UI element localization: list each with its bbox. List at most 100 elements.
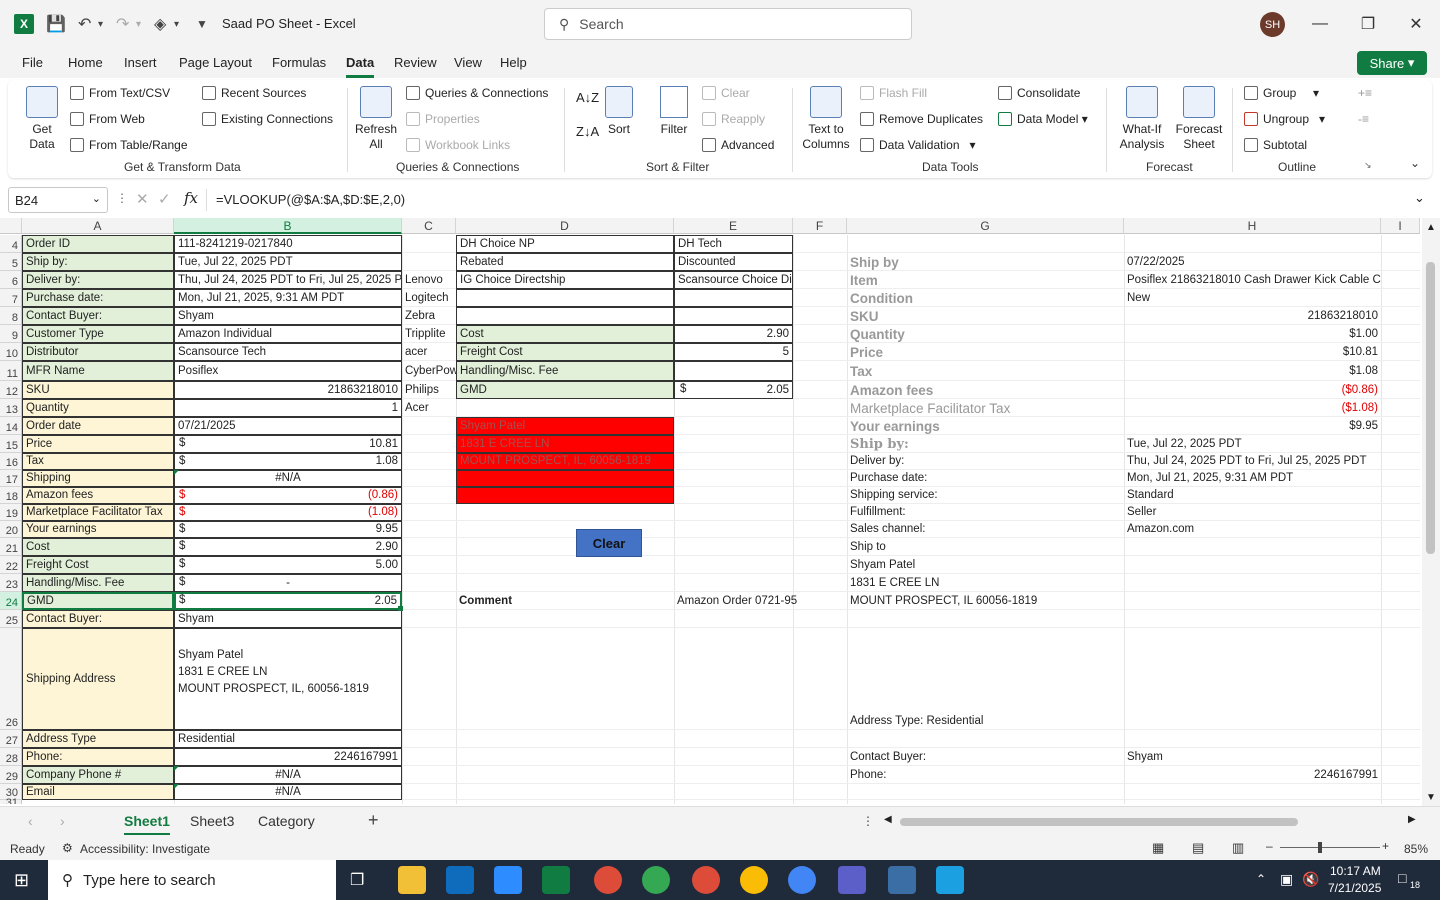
cell-a-label[interactable]: Purchase date: — [22, 289, 174, 307]
existing-connections-button[interactable]: Existing Connections — [202, 112, 333, 126]
customize-toolbar-icon[interactable]: ▼ — [196, 14, 208, 34]
column-header-b[interactable]: B — [174, 218, 402, 234]
chrome-icon[interactable] — [594, 866, 622, 894]
fill-color-icon[interactable]: ◈ — [154, 14, 166, 34]
row-header-7[interactable]: 7 — [0, 289, 22, 307]
chrome-icon[interactable] — [740, 866, 768, 894]
cell-c-brand[interactable]: Zebra — [402, 307, 456, 325]
column-header-a[interactable]: A — [22, 218, 174, 234]
summary-value[interactable]: New — [1124, 289, 1381, 307]
row-header-27[interactable]: 27 — [0, 730, 22, 748]
row-header-31[interactable]: 31 — [0, 797, 22, 804]
cell-b-value[interactable]: Posiflex — [174, 361, 402, 381]
summary-value[interactable]: Posiflex 21863218010 Cash Drawer Kick Ca… — [1124, 271, 1381, 289]
column-header-c[interactable]: C — [402, 218, 456, 234]
column-header-e[interactable]: E — [674, 218, 793, 234]
share-button[interactable]: Share ▾ — [1357, 51, 1427, 75]
detail-label[interactable]: Purchase date: — [847, 470, 1124, 487]
detail-label[interactable]: Ship by: — [847, 435, 1124, 453]
cell-a-label[interactable]: Your earnings — [22, 521, 174, 538]
tab-data[interactable]: Data — [346, 55, 375, 78]
cell-e-empty[interactable] — [674, 289, 793, 307]
summary-value[interactable]: 21863218010 — [1124, 307, 1381, 325]
cell-a-label[interactable]: Shipping — [22, 470, 174, 487]
add-sheet-icon[interactable]: + — [368, 810, 379, 831]
advanced-button[interactable]: Advanced — [702, 138, 774, 152]
detail-value[interactable]: Amazon.com — [1124, 521, 1381, 538]
cell-a-label[interactable]: Tax — [22, 453, 174, 470]
summary-value[interactable]: $10.81 — [1124, 343, 1381, 361]
windows-start-icon[interactable]: ⊞ — [14, 870, 29, 891]
page-layout-view-icon[interactable]: ▤ — [1192, 840, 1204, 856]
cell-b-value[interactable]: 2.05 — [174, 592, 402, 610]
cell-b-value[interactable]: Scansource Tech — [174, 343, 402, 361]
cell-a-label[interactable]: MFR Name — [22, 361, 174, 381]
sort-button[interactable]: Sort — [604, 86, 634, 137]
detail-value[interactable]: Mon, Jul 21, 2025, 9:31 AM PDT — [1124, 470, 1381, 487]
row-header-29[interactable]: 29 — [0, 766, 22, 784]
network-icon[interactable]: ▣ — [1280, 871, 1293, 888]
taskbar-search[interactable]: ⚲ Type here to search — [48, 860, 336, 900]
redo-icon[interactable]: ↷ — [116, 14, 129, 34]
cell-b-value[interactable]: 1.08 — [174, 453, 402, 470]
volume-icon[interactable]: 🔇 — [1302, 871, 1319, 888]
cell-a-label[interactable]: GMD — [22, 592, 174, 610]
address-type-text[interactable]: Address Type: Residential — [847, 712, 1147, 730]
cell-b-value[interactable]: 111-8241219-0217840 — [174, 235, 402, 253]
summary-label[interactable]: SKU — [847, 307, 1124, 325]
phone-label[interactable]: Phone: — [847, 766, 1124, 784]
phone-value[interactable]: 2246167991 — [1124, 766, 1381, 784]
summary-value[interactable]: ($0.86) — [1124, 381, 1381, 399]
prev-sheet-icon[interactable]: ‹ — [28, 813, 33, 829]
cell-a-label[interactable]: Handling/Misc. Fee — [22, 574, 174, 592]
hide-detail-icon[interactable]: -≡ — [1358, 112, 1369, 126]
row-header-19[interactable]: 19 — [0, 504, 22, 521]
cell-b-value[interactable]: 5.00 — [174, 556, 402, 574]
cell-a-label[interactable]: Phone: — [22, 748, 174, 766]
teams-icon[interactable] — [838, 866, 866, 894]
clock-date[interactable]: 7/21/2025 — [1328, 881, 1381, 895]
worksheet-grid[interactable]: A B C D E F G H I 4 5 6 7 8 9 10 11 12 13 14 15 16 17 18 19 20 21 2… — [0, 218, 1420, 804]
avatar[interactable]: SH — [1260, 12, 1285, 37]
row-header-14[interactable]: 14 — [0, 417, 22, 435]
summary-label[interactable]: Ship by — [847, 253, 1124, 271]
undo-icon[interactable]: ↶ — [78, 14, 91, 34]
cell-d-empty[interactable] — [456, 289, 674, 307]
cell-b-value[interactable]: - — [174, 574, 402, 592]
cell-a-label[interactable]: Cost — [22, 538, 174, 556]
scroll-left-icon[interactable]: ◀ — [884, 814, 892, 825]
scroll-down-icon[interactable]: ▼ — [1426, 792, 1436, 803]
collapse-ribbon-icon[interactable]: ⌄ — [1410, 156, 1420, 170]
enter-icon[interactable]: ✓ — [158, 190, 171, 208]
scroll-right-icon[interactable]: ▶ — [1408, 814, 1416, 825]
ship-to-line[interactable]: MOUNT PROSPECT, IL 60056-1819 — [847, 592, 1381, 610]
cell-c-brand[interactable]: Tripplite — [402, 325, 456, 343]
what-if-button[interactable]: What-If Analysis — [1114, 86, 1170, 152]
horizontal-scroll-thumb[interactable] — [900, 818, 1298, 826]
name-box[interactable]: B24 ⌄ — [8, 187, 108, 213]
row-header-13[interactable]: 13 — [0, 399, 22, 417]
cell-a-label[interactable]: Amazon fees — [22, 487, 174, 504]
cancel-icon[interactable]: ✕ — [136, 190, 149, 208]
cell-a-label[interactable]: Order ID — [22, 235, 174, 253]
contact-buyer-label[interactable]: Contact Buyer: — [847, 748, 1124, 766]
tab-help[interactable]: Help — [500, 55, 527, 70]
tab-page-layout[interactable]: Page Layout — [179, 55, 252, 70]
column-header-g[interactable]: G — [847, 218, 1124, 234]
save-icon[interactable]: 💾 — [46, 14, 66, 34]
summary-value[interactable]: 07/22/2025 — [1124, 253, 1381, 271]
cell-b-value[interactable]: Shyam — [174, 610, 402, 628]
cell-b-value[interactable]: 21863218010 — [174, 381, 402, 399]
comment-label[interactable]: Comment — [456, 592, 674, 610]
cell-b-value[interactable]: Mon, Jul 21, 2025, 9:31 AM PDT — [174, 289, 402, 307]
zoom-level[interactable]: 85% — [1404, 842, 1428, 856]
file-explorer-icon[interactable] — [398, 866, 426, 894]
cell-c-brand[interactable]: Acer — [402, 399, 456, 417]
cell-b-value[interactable]: Thu, Jul 24, 2025 PDT to Fri, Jul 25, 20… — [174, 271, 402, 289]
cell-d-cost-label[interactable]: GMD — [456, 381, 674, 399]
red-address-cell[interactable] — [456, 487, 674, 504]
row-header-4[interactable]: 4 — [0, 235, 22, 253]
tab-view[interactable]: View — [454, 55, 482, 70]
summary-value[interactable]: $9.95 — [1124, 417, 1381, 435]
cell-a-label[interactable]: Company Phone # — [22, 766, 174, 784]
